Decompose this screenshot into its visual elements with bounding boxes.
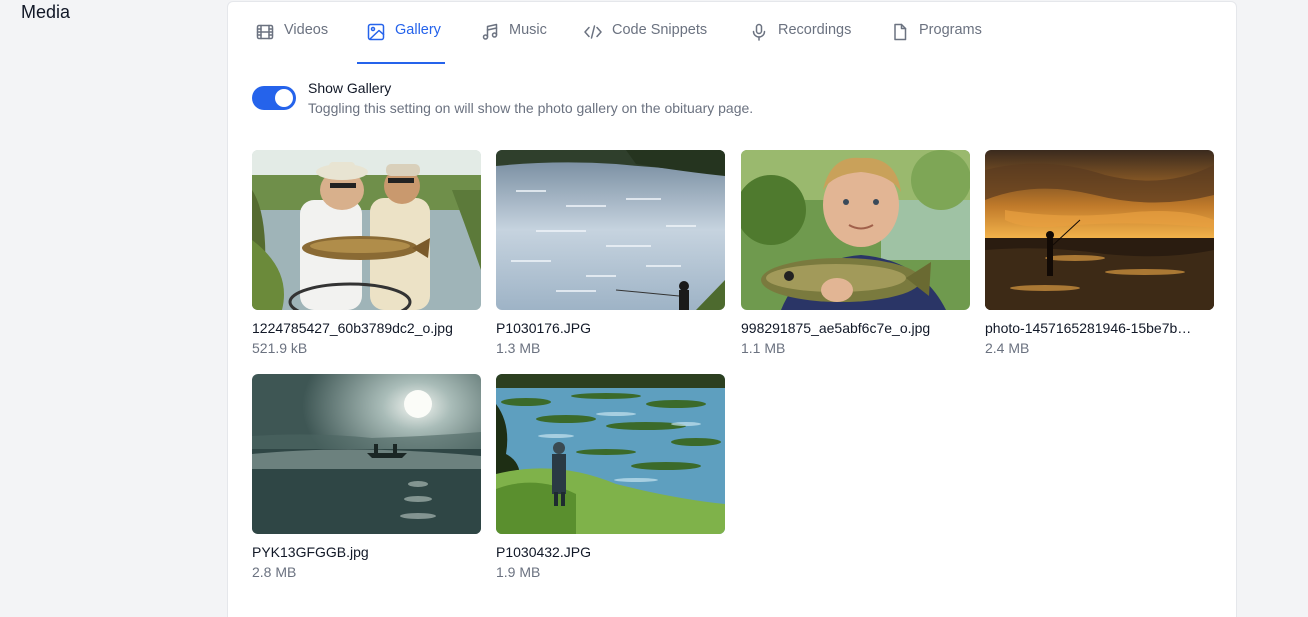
photo-filesize: 1.1 MB xyxy=(741,340,786,356)
photo-filesize: 2.8 MB xyxy=(252,564,297,580)
misty-lake-photo xyxy=(252,374,481,534)
fishermen-photo xyxy=(252,150,481,310)
image-icon xyxy=(367,23,385,41)
lake-photo xyxy=(496,150,725,310)
photo-thumbnail[interactable] xyxy=(496,374,725,534)
photo-filename: photo-1457165281946-15be7b… xyxy=(985,320,1192,336)
film-icon xyxy=(256,23,274,41)
photo-thumbnail[interactable] xyxy=(496,150,725,310)
photo-thumbnail[interactable] xyxy=(252,150,481,310)
gallery-item: P1030176.JPG 1.3 MB xyxy=(496,150,725,356)
tab-label: Gallery xyxy=(395,22,441,38)
tab-label: Recordings xyxy=(778,22,852,38)
photo-thumbnail[interactable] xyxy=(252,374,481,534)
sunset-photo xyxy=(985,150,1214,310)
show-gallery-description: Toggling this setting on will show the p… xyxy=(308,100,754,116)
photo-thumbnail[interactable] xyxy=(985,150,1214,310)
tab-programs[interactable]: Programs xyxy=(891,22,982,64)
microphone-icon xyxy=(750,23,768,41)
gallery-item: P1030432.JPG 1.9 MB xyxy=(496,374,725,580)
tab-label: Code Snippets xyxy=(612,22,708,38)
tab-code-snippets[interactable]: Code Snippets xyxy=(584,22,707,64)
tab-label: Videos xyxy=(284,22,329,38)
tab-label: Music xyxy=(509,22,547,38)
document-icon xyxy=(891,23,909,41)
fisherman-lily-pads-photo xyxy=(496,374,725,534)
gallery-item: 1224785427_60b3789dc2_o.jpg 521.9 kB xyxy=(252,150,481,356)
music-note-icon xyxy=(481,23,499,41)
tab-music[interactable]: Music xyxy=(481,22,547,64)
tab-gallery[interactable]: Gallery xyxy=(357,22,445,64)
photo-filesize: 1.3 MB xyxy=(496,340,541,356)
photo-filesize: 2.4 MB xyxy=(985,340,1030,356)
photo-filename: PYK13GFGGB.jpg xyxy=(252,544,369,560)
tab-videos[interactable]: Videos xyxy=(256,22,328,64)
photo-filesize: 521.9 kB xyxy=(252,340,308,356)
show-gallery-toggle[interactable] xyxy=(252,86,296,110)
photo-filename: 1224785427_60b3789dc2_o.jpg xyxy=(252,320,453,336)
photo-filesize: 1.9 MB xyxy=(496,564,541,580)
tab-recordings[interactable]: Recordings xyxy=(750,22,851,64)
media-tabs: Videos Gallery Music Code Snippets Recor… xyxy=(228,2,1236,64)
tab-label: Programs xyxy=(919,22,982,38)
code-icon xyxy=(584,23,602,41)
photo-filename: P1030432.JPG xyxy=(496,544,591,560)
photo-filename: 998291875_ae5abf6c7e_o.jpg xyxy=(741,320,931,336)
section-title: Media xyxy=(21,2,71,22)
photo-filename: P1030176.JPG xyxy=(496,320,591,336)
boy-with-fish-photo xyxy=(741,150,970,310)
gallery-item: 998291875_ae5abf6c7e_o.jpg 1.1 MB xyxy=(741,150,970,356)
photo-thumbnail[interactable] xyxy=(741,150,970,310)
media-card: Videos Gallery Music Code Snippets Recor… xyxy=(227,1,1237,617)
toggle-knob xyxy=(275,89,293,107)
show-gallery-label: Show Gallery xyxy=(308,80,392,96)
gallery-item: PYK13GFGGB.jpg 2.8 MB xyxy=(252,374,481,580)
gallery-item: photo-1457165281946-15be7b… 2.4 MB xyxy=(985,150,1214,356)
